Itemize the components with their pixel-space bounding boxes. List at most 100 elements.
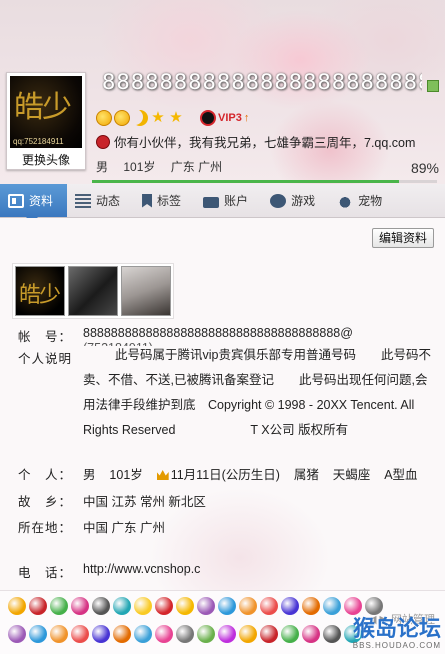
emoji-icon[interactable] [29,625,47,643]
photo-thumbnail[interactable] [68,266,118,316]
bookmark-icon [142,193,153,208]
watermark-url: BBS.HOUDAO.COM [352,641,441,650]
feed-list-icon [75,193,92,208]
emoji-icon[interactable] [176,597,194,615]
emoji-bar: ◀ ▶ 网站管理 猴岛论坛 BBS.HOUDAO.COM [0,590,445,654]
signature-row: 你有小伙伴，我有我兄弟，七雄争霸三周年，7.qq.com [96,132,415,151]
briefcase-icon [203,196,220,208]
emoji-icon[interactable] [197,597,215,615]
vip-badge[interactable]: VIP3 ↑ [200,110,249,126]
personal-star-sign: 天蝎座 [332,468,371,482]
emoji-icon[interactable] [92,625,110,643]
sun-level-icon[interactable] [114,110,130,126]
moon-level-icon[interactable] [132,110,148,126]
tab-pets[interactable]: 宠物 [329,184,396,217]
emoji-row [8,597,383,615]
photo-strip: 皓少 [12,263,174,319]
photo-calligraphy: 皓少 [19,283,61,308]
signature[interactable]: 你有小伙伴，我有我兄弟，七雄争霸三周年，7.qq.com [114,132,415,151]
age: 101岁 [123,160,156,174]
emoji-icon[interactable] [260,625,278,643]
emoji-icon[interactable] [71,625,89,643]
personal-gender: 男 [83,468,96,482]
emoji-icon[interactable] [113,597,131,615]
tab-label: 账户 [224,194,249,208]
profile-card-icon [8,193,24,208]
vip-level: VIP3 [218,112,242,124]
emoji-icon[interactable] [344,597,362,615]
emoji-icon[interactable] [92,597,110,615]
photo-thumbnail[interactable] [121,266,171,316]
avatar-qq-number: qq:752184911 [13,137,64,146]
star-level-icon[interactable]: ★ [150,110,166,126]
change-avatar-link[interactable]: 更换头像 [7,151,85,168]
profile-tabs: 资料 动态 标签 账户 游戏 宠物 [0,184,445,223]
residence-label: 所在地： [18,521,73,535]
profile-header: 皓少 qq:752184911 更换头像 8888888888888888888… [0,0,445,184]
emoji-icon[interactable] [134,625,152,643]
personal-age: 101岁 [109,468,143,482]
emoji-icon[interactable] [134,597,152,615]
emoji-icon[interactable] [281,625,299,643]
watermark: 猴岛论坛 BBS.HOUDAO.COM [352,617,441,651]
emoji-icon[interactable] [239,625,257,643]
personal-label: 个 人： [18,468,73,482]
emoji-icon[interactable] [8,625,26,643]
tab-label: 标签 [157,194,182,208]
emoji-icon[interactable] [155,625,173,643]
account-value: 8888888888888888888888888888888888888@ [83,326,353,340]
tab-label: 资料 [29,194,54,208]
avatar-calligraphy: 皓少 [14,90,72,125]
phone-label: 电 话： [18,566,73,580]
emoji-icon[interactable] [50,625,68,643]
emoji-icon[interactable] [155,597,173,615]
emoji-icon[interactable] [281,597,299,615]
description-label: 个人说明 [18,352,73,366]
emoji-icon[interactable] [218,625,236,643]
hometown-label: 故 乡： [18,495,73,509]
game-icon [270,193,287,208]
emoji-icon[interactable] [302,625,320,643]
tab-profile[interactable]: 资料 [0,184,68,223]
photo-thumbnail[interactable]: 皓少 [15,266,65,316]
emoji-row [8,625,362,643]
emoji-icon[interactable] [8,597,26,615]
level-icons: ★ ★ VIP3 ↑ [96,110,249,126]
account-label: 帐 号： [18,330,73,344]
tab-label: 游戏 [291,194,316,208]
emoji-icon[interactable] [176,625,194,643]
tab-games[interactable]: 游戏 [262,184,329,217]
avatar[interactable]: 皓少 qq:752184911 [10,76,82,148]
personal-zodiac: 属猪 [293,468,319,482]
emoji-icon[interactable] [71,597,89,615]
emoji-icon[interactable] [113,625,131,643]
location: 广东 广州 [170,160,223,174]
emoji-icon[interactable] [260,597,278,615]
description-value: 此号码属于腾讯vip贵宾俱乐部专用普通号码 此号码不卖、不借、不送,已被腾讯备案… [83,348,431,437]
emoji-icon[interactable] [50,597,68,615]
emoji-icon[interactable] [218,597,236,615]
star-level-icon[interactable]: ★ [168,110,184,126]
residence-value: 中国 广东 广州 [83,521,165,535]
emoji-icon[interactable] [323,597,341,615]
emoji-icon[interactable] [323,625,341,643]
emoji-icon[interactable] [197,625,215,643]
emoji-icon[interactable] [302,597,320,615]
edit-nickname-icon[interactable] [427,80,439,92]
tab-tags[interactable]: 标签 [134,184,195,217]
emoji-icon[interactable] [239,597,257,615]
emoji-icon[interactable] [29,597,47,615]
nickname: 888888888888888888888888 [102,70,422,94]
arrow-up-icon: ↑ [243,112,250,124]
edit-profile-button[interactable]: 编辑资料 [371,228,434,248]
phone-value[interactable]: http://www.vcnshop.c [83,562,200,576]
avatar-box: 皓少 qq:752184911 更换头像 [6,72,86,170]
tab-account[interactable]: 账户 [195,184,262,217]
watermark-logo: 猴岛论坛 [352,617,441,642]
sun-level-icon[interactable] [96,110,112,126]
tab-label: 宠物 [358,194,383,208]
tab-label: 动态 [96,194,121,208]
profile-content: 编辑资料 皓少 帐 号： 888888888888888888888888888… [0,218,445,590]
completion-progress-fill [92,180,400,183]
tab-feed[interactable]: 动态 [67,184,134,217]
